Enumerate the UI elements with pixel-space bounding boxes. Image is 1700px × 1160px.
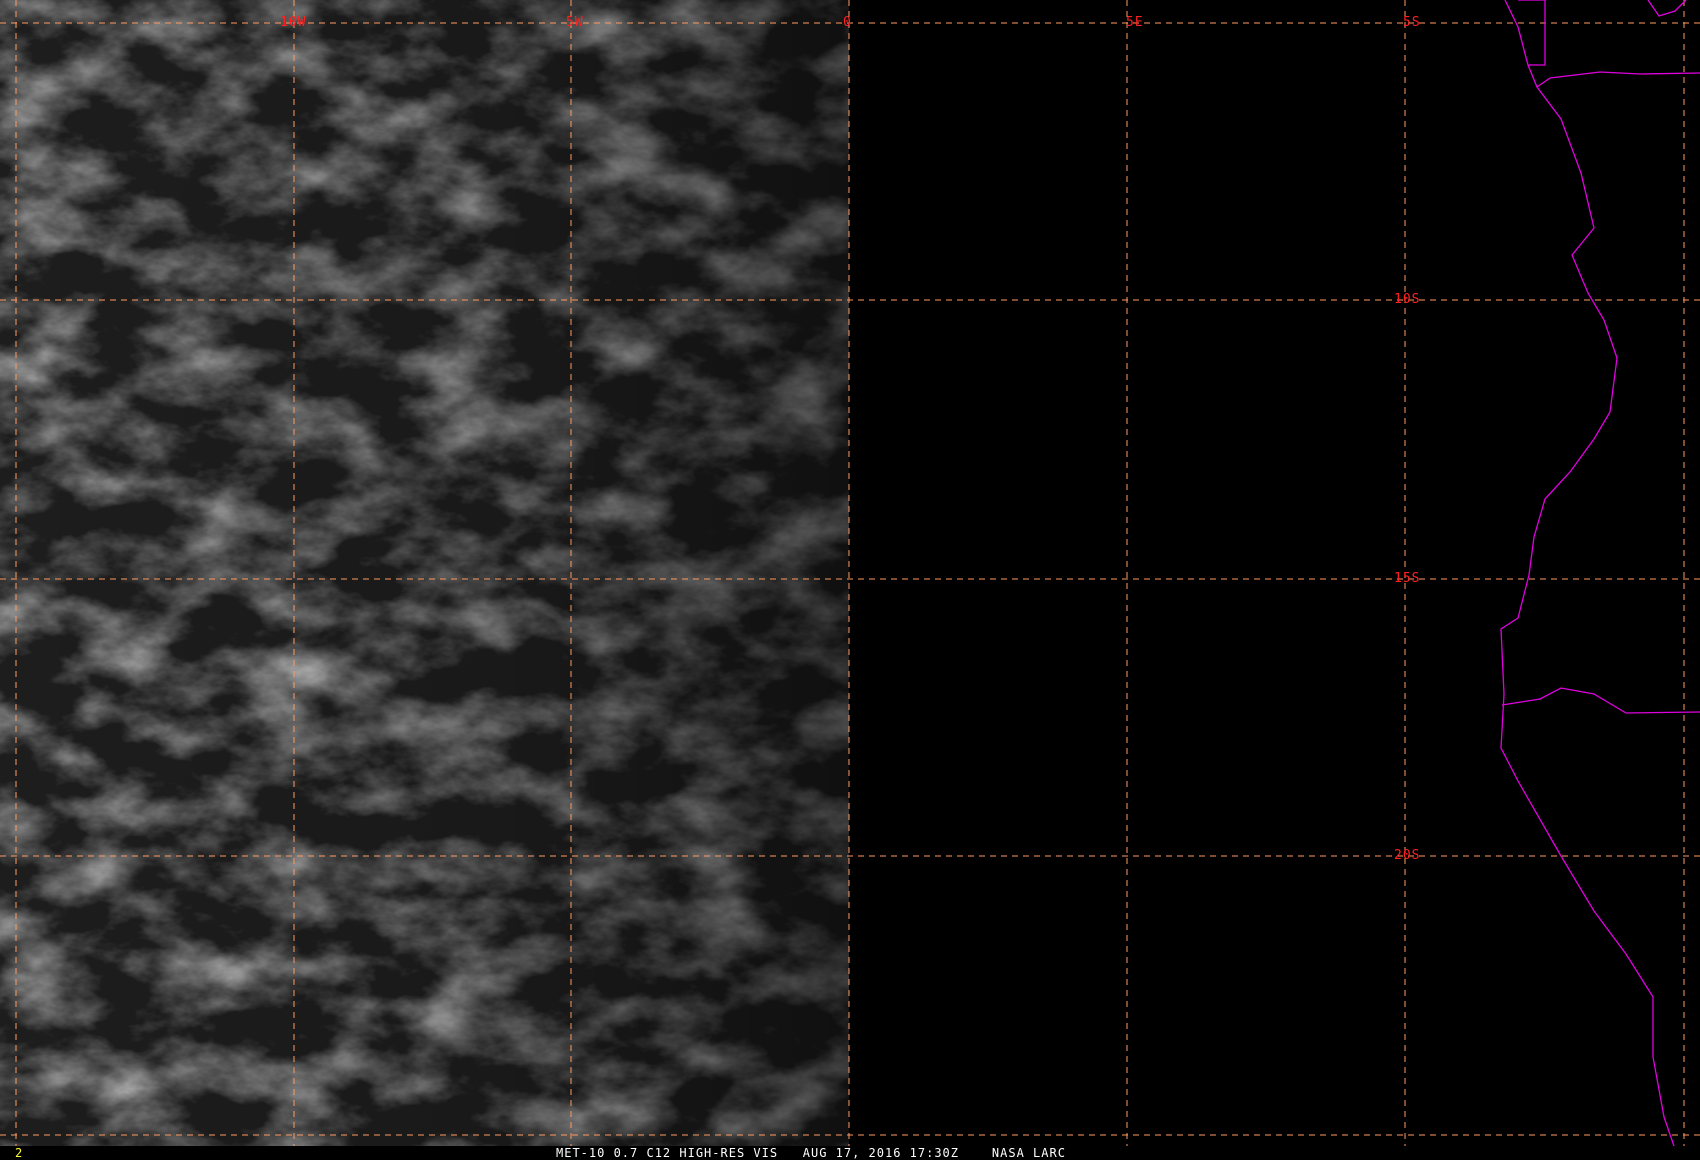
latitude-label-20s: 20S [1394, 848, 1421, 863]
longitude-label-5w: 5W [566, 15, 584, 30]
latitude-label-5s: 5S [1403, 15, 1421, 30]
longitude-label-0: 0 [843, 15, 852, 30]
latitude-label-10s: 10S [1394, 292, 1421, 307]
image-footer: 2 MET-10 0.7 C12 HIGH-RES VIS AUG 17, 20… [0, 1146, 1700, 1160]
latitude-label-15s: 15S [1394, 571, 1421, 586]
satellite-map [0, 0, 1700, 1150]
longitude-label-10w: 10W [280, 15, 307, 30]
frame-number: 2 [15, 1146, 23, 1160]
longitude-label-5e: 5E [1126, 15, 1144, 30]
coastline [1500, 0, 1700, 1150]
satellite-image-viewer: 10W 5W 0 5E 5S 10S 15S 20S 2 MET-10 0.7 … [0, 0, 1700, 1160]
image-caption: MET-10 0.7 C12 HIGH-RES VIS AUG 17, 2016… [556, 1146, 1066, 1160]
